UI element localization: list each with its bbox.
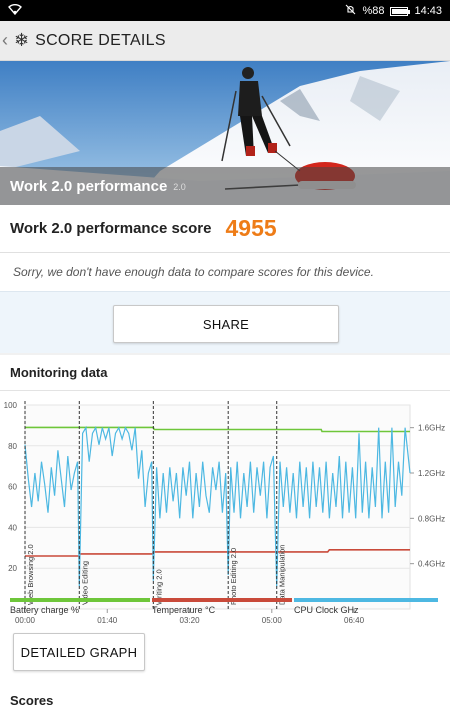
- x-tick-label: 03:20: [180, 616, 201, 625]
- benchmark-name: Work 2.0 performance: [10, 177, 168, 195]
- legend-battery: Battery charge %: [10, 598, 150, 615]
- legend-battery-swatch: [10, 598, 150, 602]
- y-left-tick-label: 80: [8, 442, 17, 451]
- workload-marker-label: Photo Editing 2.0: [229, 548, 238, 605]
- y-right-tick-label: 1.6GHz: [418, 424, 445, 433]
- score-label: Work 2.0 performance score: [10, 220, 212, 237]
- y-left-tick-label: 40: [8, 523, 17, 532]
- workload-marker-label: Web Browsing 2.0: [26, 544, 35, 605]
- app-bar: ‹ ❄ SCORE DETAILS: [0, 21, 450, 61]
- monitoring-card: Monitoring data 20 40 60 80 100 0.4GHz 0.8GHz 1…: [0, 355, 450, 720]
- compare-notice: Sorry, we don't have enough data to comp…: [0, 253, 450, 291]
- x-tick-label: 05:00: [262, 616, 283, 625]
- share-area: SHARE: [0, 291, 450, 353]
- x-tick-label: 00:00: [15, 616, 36, 625]
- legend-cpu-clock: CPU Clock GHz: [294, 598, 438, 615]
- legend-temperature-label: Temperature °C: [152, 605, 216, 615]
- benchmark-hero-image: Work 2.0 performance 2.0: [0, 61, 450, 205]
- y-left-tick-label: 100: [4, 401, 18, 410]
- share-button[interactable]: SHARE: [113, 305, 339, 343]
- detailed-graph-button[interactable]: DETAILED GRAPH: [13, 633, 145, 671]
- score-value: 4955: [225, 215, 277, 241]
- benchmark-caption: Work 2.0 performance 2.0: [0, 167, 450, 205]
- x-tick-label: 06:40: [344, 616, 365, 625]
- scores-section-title: Scores: [10, 693, 54, 708]
- score-row: Work 2.0 performance score 4955: [0, 205, 450, 253]
- battery-level-fill: [392, 8, 407, 14]
- battery-icon: [390, 6, 411, 16]
- workload-marker-label: Data Manipulation: [278, 545, 287, 605]
- monitoring-header: Monitoring data: [0, 355, 450, 391]
- legend-cpu-clock-label: CPU Clock GHz: [294, 605, 359, 615]
- legend-temperature-swatch: [152, 598, 292, 602]
- wifi-icon: [8, 3, 22, 18]
- battery-percent: %88: [362, 5, 385, 17]
- status-bar: %88 14:43: [0, 0, 450, 21]
- legend-cpu-clock-swatch: [294, 598, 438, 602]
- snowflake-logo-icon[interactable]: ❄: [14, 30, 29, 51]
- benchmark-version: 2.0: [173, 182, 186, 192]
- mute-icon: [345, 4, 356, 18]
- y-right-tick-label: 1.2GHz: [418, 469, 445, 478]
- legend-battery-label: Battery charge %: [10, 605, 80, 615]
- y-left-tick-label: 60: [8, 483, 17, 492]
- legend-temperature: Temperature °C: [152, 598, 292, 615]
- page-title: SCORE DETAILS: [35, 31, 166, 49]
- y-right-tick-label: 0.8GHz: [418, 514, 445, 523]
- y-left-tick-label: 20: [8, 564, 17, 573]
- clock: 14:43: [414, 5, 442, 17]
- monitoring-title: Monitoring data: [10, 365, 108, 380]
- back-chevron-icon[interactable]: ‹: [2, 30, 12, 51]
- compare-notice-text: Sorry, we don't have enough data to comp…: [13, 265, 374, 279]
- x-tick-label: 01:40: [97, 616, 118, 625]
- y-right-tick-label: 0.4GHz: [418, 560, 445, 569]
